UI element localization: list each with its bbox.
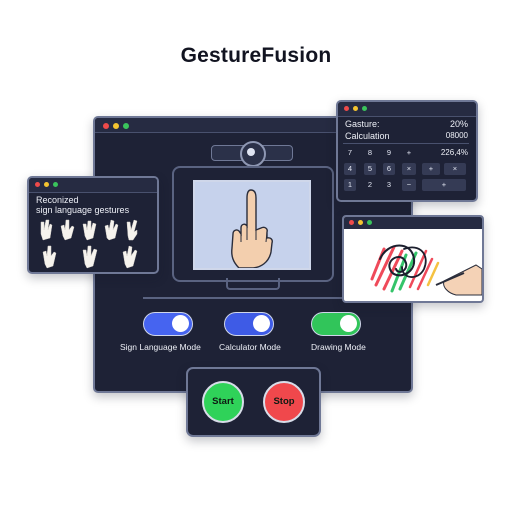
drawing-hand-icon	[435, 264, 482, 296]
key-1[interactable]: 1	[344, 179, 356, 191]
maximize-icon[interactable]	[367, 220, 372, 225]
key-6[interactable]: 6	[383, 163, 395, 175]
raised-finger-hand-icon	[231, 189, 273, 269]
close-icon[interactable]	[344, 106, 349, 111]
gestures-title-1: Reconized	[36, 195, 79, 205]
gesture-value: 20%	[449, 119, 468, 129]
divider	[143, 297, 369, 299]
close-icon[interactable]	[35, 182, 40, 187]
close-icon[interactable]	[103, 123, 109, 129]
window-controls	[103, 123, 129, 129]
close-icon[interactable]	[349, 220, 354, 225]
key-minus[interactable]: −	[402, 179, 416, 191]
minimize-icon[interactable]	[113, 123, 119, 129]
gestures-window: Reconized sign language gestures	[27, 176, 159, 274]
key-7[interactable]: 7	[344, 147, 356, 159]
calculator-mode-toggle[interactable]	[224, 312, 274, 336]
stop-button[interactable]: Stop	[263, 381, 305, 423]
key-plus[interactable]: +	[402, 147, 416, 159]
gesture-hand-icon	[82, 245, 98, 269]
key-5[interactable]: 5	[364, 163, 376, 175]
app-title: GestureFusion	[180, 44, 332, 67]
key-3[interactable]: 3	[383, 179, 395, 191]
gesture-hand-icon	[40, 219, 53, 241]
gestures-title-2: sign language gestures	[36, 205, 130, 215]
key-side-multiply[interactable]: ×	[444, 163, 466, 175]
key-8[interactable]: 8	[364, 147, 376, 159]
gesture-hand-icon	[82, 220, 97, 241]
key-side-plus-wide[interactable]: +	[422, 179, 466, 191]
monitor-stand	[226, 278, 280, 290]
gesture-label: Gasture:	[345, 119, 380, 129]
calculator-window: Gasture: 20% Calculation 08000 226,4% 7 …	[336, 100, 478, 202]
drawing-window	[342, 215, 484, 303]
sign-language-mode-toggle[interactable]	[143, 312, 193, 336]
start-button[interactable]: Start	[202, 381, 244, 423]
maximize-icon[interactable]	[53, 182, 58, 187]
camera-feed	[193, 180, 311, 270]
calculation-value: 08000	[445, 131, 468, 140]
key-4[interactable]: 4	[344, 163, 356, 175]
gesture-hand-icon	[42, 245, 57, 269]
gesture-hand-icon	[104, 219, 119, 241]
sign-language-mode-label: Sign Language Mode	[120, 342, 201, 352]
gestures-window-controls	[35, 182, 58, 187]
drawing-canvas[interactable]	[344, 229, 482, 301]
drawing-mode-label: Drawing Mode	[311, 342, 366, 352]
gesture-hand-icon	[60, 219, 75, 241]
calc-display-divider	[343, 143, 469, 144]
drawing-window-controls	[349, 220, 372, 225]
minimize-icon[interactable]	[44, 182, 49, 187]
key-multiply[interactable]: ×	[402, 163, 416, 175]
gesture-grid	[40, 219, 138, 269]
minimize-icon[interactable]	[358, 220, 363, 225]
calculation-label: Calculation	[345, 131, 390, 141]
minimize-icon[interactable]	[353, 106, 358, 111]
calculator-window-controls	[344, 106, 367, 111]
key-2[interactable]: 2	[364, 179, 376, 191]
key-9[interactable]: 9	[383, 147, 395, 159]
key-side-plus[interactable]: +	[422, 163, 440, 175]
calculator-mode-label: Calculator Mode	[219, 342, 281, 352]
gesture-hand-icon	[126, 219, 138, 241]
maximize-icon[interactable]	[123, 123, 129, 129]
maximize-icon[interactable]	[362, 106, 367, 111]
gesture-hand-icon	[122, 245, 138, 269]
result-value: 226,4%	[440, 148, 468, 157]
webcam-icon[interactable]	[240, 141, 266, 167]
drawing-mode-toggle[interactable]	[311, 312, 361, 336]
